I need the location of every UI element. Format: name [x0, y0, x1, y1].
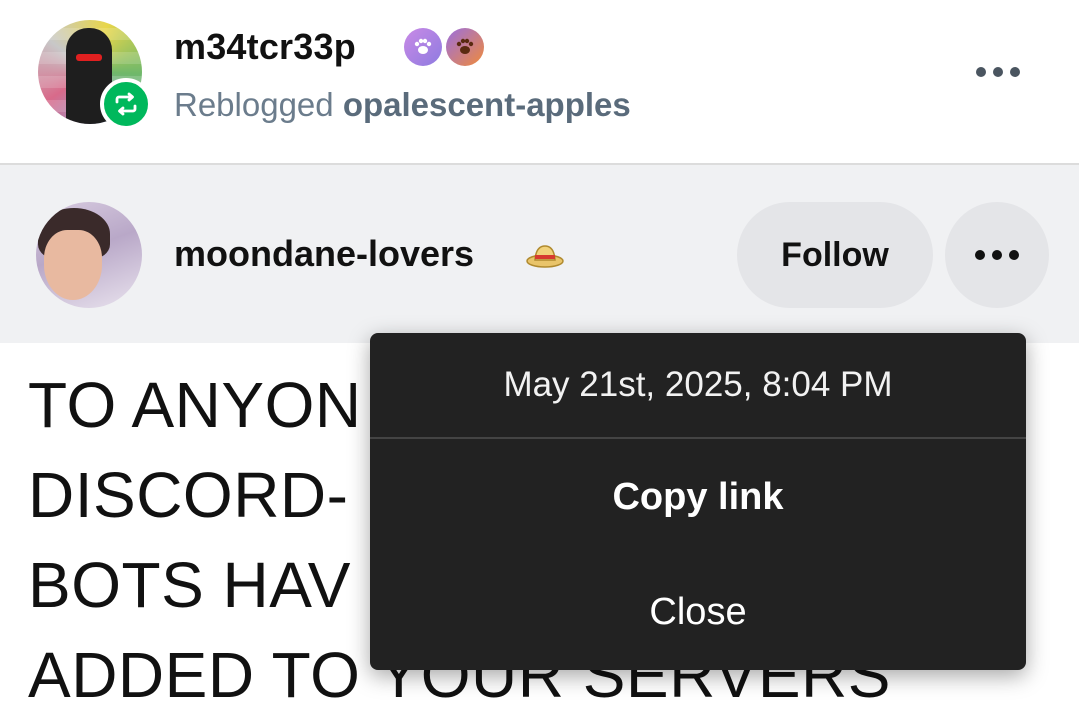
- author-avatar[interactable]: [36, 202, 142, 308]
- more-options-icon[interactable]: [945, 202, 1049, 308]
- paw-badge-icon[interactable]: [404, 28, 442, 66]
- reblog-header: m34tcr33p Reblogged opalescent-apples: [0, 0, 1079, 165]
- copy-link-menu-item[interactable]: Copy link: [370, 447, 1026, 547]
- reblogged-source-link[interactable]: opalescent-apples: [343, 86, 631, 123]
- reblogged-from-line: Reblogged opalescent-apples: [174, 86, 631, 124]
- more-options-icon[interactable]: [966, 52, 1030, 92]
- avatar-eyes: [76, 54, 102, 61]
- straw-hat-icon: [526, 243, 564, 274]
- post-timestamp: May 21st, 2025, 8:04 PM: [503, 365, 893, 404]
- post-options-menu: May 21st, 2025, 8:04 PM Copy link Close: [370, 333, 1026, 670]
- menu-divider: [370, 437, 1026, 439]
- reblogger-username[interactable]: m34tcr33p: [174, 26, 356, 68]
- reblog-icon: [100, 78, 152, 130]
- follow-button[interactable]: Follow: [737, 202, 933, 308]
- user-badges: [404, 28, 484, 66]
- reblogged-prefix: Reblogged: [174, 86, 334, 123]
- post-author-header: moondane-lovers Follow: [0, 165, 1079, 343]
- author-username[interactable]: moondane-lovers: [174, 233, 474, 275]
- paw-badge-icon[interactable]: [446, 28, 484, 66]
- avatar-face: [44, 230, 102, 300]
- close-menu-item[interactable]: Close: [370, 562, 1026, 662]
